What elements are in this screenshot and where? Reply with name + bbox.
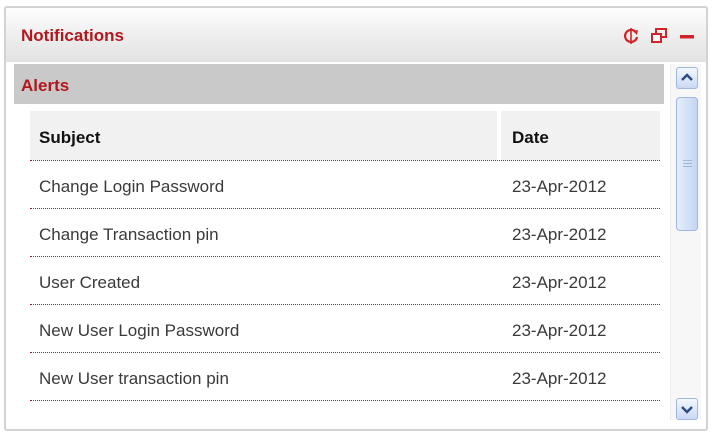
scroll-up-button[interactable] xyxy=(676,67,698,89)
subject-text: New User transaction pin xyxy=(39,369,229,388)
notifications-panel: Notifications Alerts Subject Date Change… xyxy=(4,6,708,431)
table-row[interactable]: Change Transaction pin 23-Apr-2012 xyxy=(30,209,660,257)
table-header-row: Subject Date xyxy=(30,111,660,161)
panel-title: Notifications xyxy=(21,26,124,45)
date-cell: 23-Apr-2012 xyxy=(501,305,660,353)
date-text: 23-Apr-2012 xyxy=(512,321,607,340)
subject-cell: New User transaction pin xyxy=(30,353,497,401)
scroll-down-button[interactable] xyxy=(676,398,698,420)
date-cell: 23-Apr-2012 xyxy=(501,353,660,401)
grip-line xyxy=(683,160,692,161)
table-row[interactable]: User Created 23-Apr-2012 xyxy=(30,257,660,305)
subject-cell: Change Transaction pin xyxy=(30,209,497,257)
column-header-date-label: Date xyxy=(512,128,549,147)
chevron-down-icon xyxy=(681,406,693,414)
scroll-thumb[interactable] xyxy=(676,97,698,231)
header-controls xyxy=(622,27,696,45)
table-row[interactable]: Change Login Password 23-Apr-2012 xyxy=(30,161,660,209)
date-cell: 23-Apr-2012 xyxy=(501,257,660,305)
panel-header: Notifications xyxy=(6,8,706,62)
subject-text: User Created xyxy=(39,273,141,292)
date-text: 23-Apr-2012 xyxy=(512,273,607,292)
table-row[interactable]: New User transaction pin 23-Apr-2012 xyxy=(30,353,660,401)
subject-text: New User Login Password xyxy=(39,321,240,340)
date-cell: 23-Apr-2012 xyxy=(501,209,660,257)
grip-line xyxy=(683,163,692,164)
restore-window-icon[interactable] xyxy=(650,27,668,45)
column-header-subject-label: Subject xyxy=(39,128,101,147)
subject-text: Change Transaction pin xyxy=(39,225,219,244)
subject-cell: Change Login Password xyxy=(30,161,497,209)
column-header-subject[interactable]: Subject xyxy=(30,111,497,160)
date-text: 23-Apr-2012 xyxy=(512,177,607,196)
grip-line xyxy=(683,166,692,167)
refresh-icon[interactable] xyxy=(622,27,640,45)
date-cell: 23-Apr-2012 xyxy=(501,161,660,209)
table-row[interactable]: New User Login Password 23-Apr-2012 xyxy=(30,305,660,353)
subject-cell: User Created xyxy=(30,257,497,305)
alerts-table: Subject Date Change Login Password 23-Ap… xyxy=(30,111,660,401)
alerts-section-header[interactable]: Alerts xyxy=(14,64,664,104)
subject-text: Change Login Password xyxy=(39,177,225,196)
chevron-up-icon xyxy=(681,73,693,81)
minimize-icon[interactable] xyxy=(678,27,696,45)
date-text: 23-Apr-2012 xyxy=(512,225,607,244)
section-title: Alerts xyxy=(21,76,70,95)
column-header-date[interactable]: Date xyxy=(501,111,660,160)
subject-cell: New User Login Password xyxy=(30,305,497,353)
vertical-scrollbar[interactable] xyxy=(670,64,701,420)
date-text: 23-Apr-2012 xyxy=(512,369,607,388)
